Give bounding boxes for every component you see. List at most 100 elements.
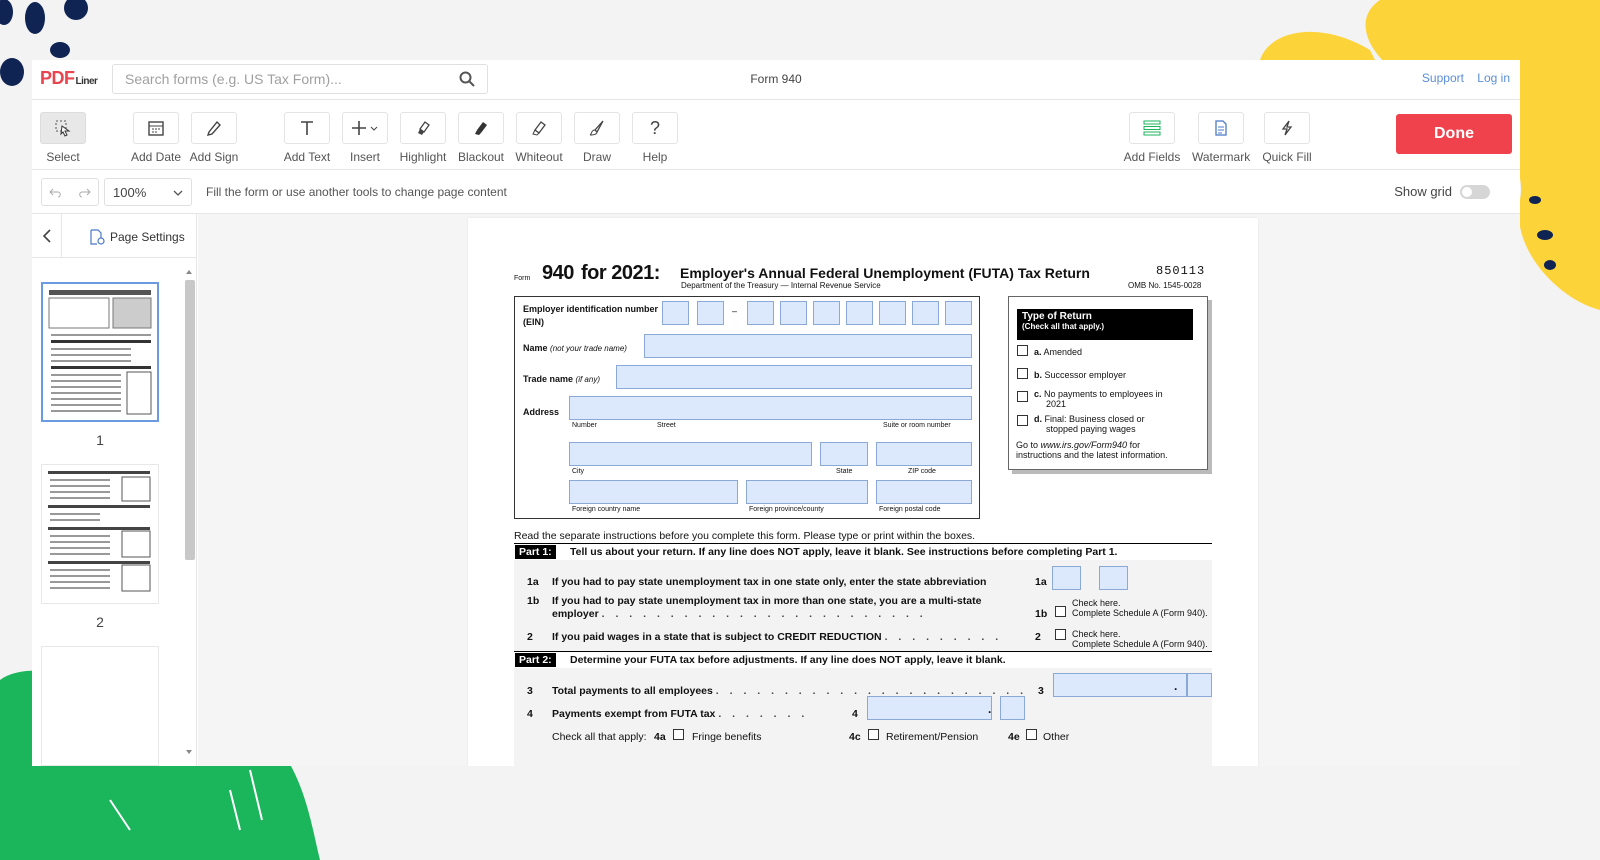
address-label: Address bbox=[523, 407, 560, 417]
ein-digit-4[interactable] bbox=[780, 301, 807, 325]
scrollbar-thumb[interactable] bbox=[185, 280, 195, 560]
page-thumbnail-3[interactable] bbox=[41, 646, 159, 766]
whiteout-tool[interactable]: Whiteout bbox=[510, 112, 568, 164]
collapse-sidebar-button[interactable] bbox=[32, 214, 62, 258]
exempt-payments-dollars-field[interactable] bbox=[867, 696, 992, 720]
login-link[interactable]: Log in bbox=[1477, 71, 1510, 85]
state-field[interactable] bbox=[820, 442, 868, 466]
foreign-country-caption: Foreign country name bbox=[572, 506, 641, 513]
hint-text: Fill the form or use another tools to ch… bbox=[206, 185, 507, 199]
foreign-postal-field[interactable] bbox=[876, 480, 972, 504]
zip-caption: ZIP code bbox=[908, 468, 936, 475]
amended-checkbox[interactable] bbox=[1017, 345, 1028, 356]
page-thumbnail-1[interactable] bbox=[41, 282, 159, 422]
toolbar: Select Add Date Add Sign Add Text Insert… bbox=[32, 100, 1520, 170]
foreign-province-caption: Foreign province/county bbox=[749, 506, 824, 513]
highlighter-icon bbox=[418, 121, 430, 135]
name-field[interactable] bbox=[644, 334, 972, 358]
add-sign-tool[interactable]: Add Sign bbox=[185, 112, 243, 164]
successor-employer-checkbox[interactable] bbox=[1017, 368, 1028, 379]
fields-list-icon bbox=[1143, 120, 1161, 136]
name-label: Name (not your trade name) bbox=[523, 343, 627, 353]
no-payments-checkbox[interactable] bbox=[1017, 391, 1028, 402]
line-2-number: 2 bbox=[527, 631, 533, 643]
type-of-return-header: Type of Return (Check all that apply.) bbox=[1017, 309, 1193, 340]
retirement-pension-label: Retirement/Pension bbox=[886, 731, 979, 743]
part2-rule bbox=[514, 651, 1212, 652]
retirement-pension-checkbox[interactable] bbox=[868, 729, 879, 740]
decimal-point-2: . bbox=[988, 702, 992, 716]
watermark-document-icon bbox=[1215, 120, 1227, 136]
support-link[interactable]: Support bbox=[1422, 71, 1464, 85]
state-abbr-char-1[interactable] bbox=[1052, 566, 1081, 590]
watermark-tool[interactable]: Watermark bbox=[1192, 112, 1250, 164]
ein-abbr: (EIN) bbox=[523, 317, 544, 327]
ein-digit-8[interactable] bbox=[912, 301, 939, 325]
line-4-number: 4 bbox=[527, 708, 533, 720]
city-field[interactable] bbox=[569, 442, 812, 466]
help-tool[interactable]: ? Help bbox=[626, 112, 684, 164]
part1-label: Part 1: bbox=[515, 545, 556, 559]
address-suite-caption: Suite or room number bbox=[883, 422, 951, 429]
irs-link[interactable]: www.irs.gov/Form940 bbox=[1041, 440, 1128, 450]
chevron-down-icon bbox=[173, 190, 183, 196]
zip-code-field[interactable] bbox=[876, 442, 972, 466]
show-grid-toggle[interactable] bbox=[1460, 185, 1490, 199]
total-payments-cents-field[interactable] bbox=[1187, 673, 1212, 697]
draw-tool[interactable]: Draw bbox=[568, 112, 626, 164]
no-payments-label: c. No payments to employees in 2021 bbox=[1034, 389, 1163, 409]
decimal-point: . bbox=[1174, 679, 1178, 693]
foreign-province-field[interactable] bbox=[746, 480, 868, 504]
ein-digit-6[interactable] bbox=[846, 301, 873, 325]
form-code: 850113 bbox=[1156, 264, 1206, 278]
page-settings-button[interactable]: Page Settings bbox=[88, 228, 185, 246]
header-links: Support Log in bbox=[1412, 71, 1510, 85]
ein-dash: – bbox=[732, 306, 738, 316]
ein-digit-3[interactable] bbox=[747, 301, 774, 325]
total-payments-dollars-field[interactable] bbox=[1053, 673, 1187, 697]
highlight-tool[interactable]: Highlight bbox=[394, 112, 452, 164]
ein-digit-2[interactable] bbox=[697, 301, 724, 325]
other-checkbox[interactable] bbox=[1026, 729, 1037, 740]
done-button[interactable]: Done bbox=[1396, 114, 1512, 154]
state-caption: State bbox=[836, 468, 853, 475]
city-caption: City bbox=[572, 468, 585, 475]
quick-fill-tool[interactable]: Quick Fill bbox=[1258, 112, 1316, 164]
line-1b-ref: 1b bbox=[1035, 608, 1048, 620]
multi-state-checkbox[interactable] bbox=[1055, 606, 1066, 617]
zoom-select[interactable]: 100% bbox=[104, 178, 192, 206]
select-tool[interactable]: Select bbox=[34, 112, 92, 164]
ein-digit-1[interactable] bbox=[662, 301, 689, 325]
fringe-benefits-checkbox[interactable] bbox=[673, 729, 684, 740]
page-thumbnail-2[interactable] bbox=[41, 464, 159, 604]
chevron-left-icon bbox=[42, 229, 51, 243]
document-title: Form 940 bbox=[750, 72, 802, 86]
trade-name-field[interactable] bbox=[616, 365, 972, 389]
state-abbr-char-2[interactable] bbox=[1099, 566, 1128, 590]
undo-button[interactable] bbox=[42, 179, 70, 205]
ein-digit-9[interactable] bbox=[945, 301, 972, 325]
form-title: Employer's Annual Federal Unemployment (… bbox=[680, 265, 1090, 281]
blackout-marker-icon bbox=[475, 122, 487, 135]
exempt-payments-cents-field[interactable] bbox=[1000, 696, 1025, 720]
trade-name-label: Trade name (if any) bbox=[523, 374, 600, 384]
text-t-icon bbox=[301, 121, 313, 135]
sidebar-scrollbar[interactable] bbox=[182, 268, 196, 756]
amended-label: a. Amended bbox=[1034, 347, 1083, 357]
insert-tool[interactable]: Insert bbox=[336, 112, 394, 164]
credit-reduction-checkbox[interactable] bbox=[1055, 629, 1066, 640]
redo-button[interactable] bbox=[70, 179, 98, 205]
redo-icon bbox=[79, 188, 91, 198]
instructions-text: Read the separate instructions before yo… bbox=[514, 530, 976, 542]
sidebar-header: Page Settings bbox=[32, 214, 196, 258]
add-text-tool[interactable]: Add Text bbox=[278, 112, 336, 164]
ein-digit-5[interactable] bbox=[813, 301, 840, 325]
add-date-tool[interactable]: Add Date bbox=[127, 112, 185, 164]
foreign-country-field[interactable] bbox=[569, 480, 738, 504]
add-fields-tool[interactable]: Add Fields bbox=[1123, 112, 1181, 164]
address-street-field[interactable] bbox=[569, 396, 972, 420]
blackout-tool[interactable]: Blackout bbox=[452, 112, 510, 164]
final-return-checkbox[interactable] bbox=[1017, 415, 1028, 426]
ein-digit-7[interactable] bbox=[879, 301, 906, 325]
line-4c-number: 4c bbox=[849, 731, 861, 743]
